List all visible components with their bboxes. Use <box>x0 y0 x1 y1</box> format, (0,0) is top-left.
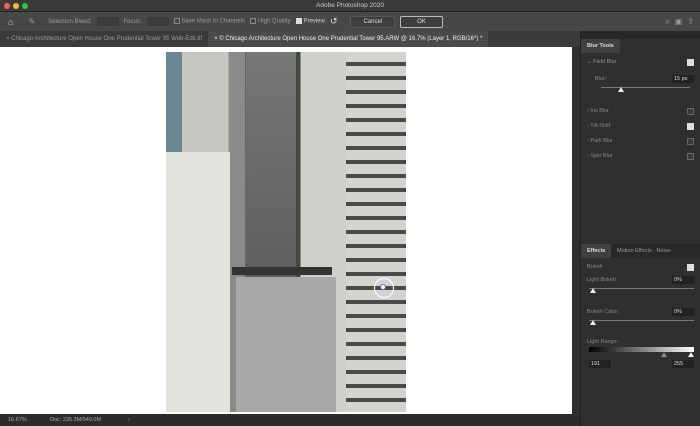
light-range-gradient[interactable] <box>589 347 694 352</box>
blur-slider[interactable] <box>601 87 690 88</box>
status-menu-icon[interactable]: › <box>128 414 130 426</box>
high-quality-checkbox[interactable]: High Quality <box>249 18 291 25</box>
zoom-level[interactable]: 16.67% <box>8 414 27 426</box>
light-range-max-thumb[interactable] <box>688 352 694 357</box>
search-icon[interactable]: ⌕ <box>665 17 669 27</box>
blur-pin-icon[interactable] <box>380 284 386 290</box>
street <box>236 277 336 412</box>
iris-blur-row[interactable]: › Iris Blur <box>587 105 694 117</box>
building-right <box>346 52 406 412</box>
workspace-icon[interactable]: ▣ <box>675 17 683 26</box>
blur-panel: Blur Tools ⌄ Field Blur Blur: 15 px › Ir… <box>580 31 700 426</box>
light-bokeh-value[interactable]: 0% <box>672 276 694 284</box>
light-bokeh-thumb[interactable] <box>590 288 596 293</box>
field-blur-checkbox[interactable] <box>687 59 694 66</box>
minimize-window-button[interactable] <box>13 3 19 9</box>
save-mask-checkbox[interactable]: Save Mask to Channels <box>173 18 245 25</box>
spin-blur-row[interactable]: › Spin Blur <box>587 150 694 162</box>
home-icon[interactable]: ⌂ <box>8 17 13 27</box>
bokeh-color-thumb[interactable] <box>590 320 596 325</box>
photo-image[interactable] <box>166 52 406 412</box>
bokeh-checkbox[interactable] <box>687 264 694 271</box>
doc-size: Doc: 235.3M/549.0M <box>50 417 102 423</box>
building-left <box>166 152 230 412</box>
share-icon[interactable]: ⇪ <box>687 17 694 26</box>
light-range-min-value[interactable]: 191 <box>589 360 611 368</box>
field-blur-row[interactable]: ⌄ Field Blur <box>587 56 694 68</box>
motion-effects-tab[interactable]: Motion Effects <box>613 248 652 254</box>
building-glass <box>166 52 182 152</box>
status-bar: 16.67% Doc: 235.3M/549.0M › <box>0 414 580 426</box>
bokeh-color-slider[interactable] <box>589 320 694 321</box>
tilt-shift-row[interactable]: › Tilt-Shift <box>587 120 694 132</box>
blur-value[interactable]: 15 px <box>672 75 694 83</box>
options-bar: ⌂ ✎ Selection Bleed: Focus: Save Mask to… <box>0 12 700 31</box>
blur-tools-tab[interactable]: Blur Tools <box>581 39 620 53</box>
bokeh-color-value[interactable]: 0% <box>672 308 694 316</box>
tool-preset-icon[interactable]: ✎ <box>28 17 35 26</box>
effects-tab[interactable]: Effects <box>581 244 612 258</box>
ok-button[interactable]: OK <box>400 15 443 28</box>
light-bokeh-slider[interactable] <box>589 288 694 289</box>
title-bar: Adobe Photoshop 2020 <box>0 0 700 12</box>
maximize-window-button[interactable] <box>22 3 28 9</box>
vertical-scrollbar[interactable] <box>572 47 580 414</box>
light-range-max-value[interactable]: 255 <box>672 360 694 368</box>
focus-field[interactable] <box>146 17 169 26</box>
path-blur-row[interactable]: › Path Blur <box>587 135 694 147</box>
noise-tab[interactable]: Noise <box>653 248 670 254</box>
close-window-button[interactable] <box>4 3 10 9</box>
reset-icon[interactable]: ↺ <box>330 16 338 27</box>
focus-label: Focus: <box>123 18 142 25</box>
window-title: Adobe Photoshop 2020 <box>316 2 384 9</box>
light-range-min-thumb[interactable] <box>661 352 667 357</box>
preview-checkbox[interactable]: Preview <box>295 18 325 25</box>
selection-bleed-field[interactable] <box>96 17 119 26</box>
document-tabs: × Chicago Architecture Open House One Pr… <box>0 31 580 47</box>
tab-document-1[interactable]: × Chicago Architecture Open House One Pr… <box>0 31 208 47</box>
blur-slider-thumb[interactable] <box>618 87 624 92</box>
bridge <box>232 267 332 275</box>
cancel-button[interactable]: Cancel <box>350 15 396 28</box>
bokeh-row: Bokeh <box>587 261 694 273</box>
tab-document-2[interactable]: × © Chicago Architecture Open House One … <box>208 31 489 47</box>
selection-bleed-label: Selection Bleed: <box>48 18 92 25</box>
